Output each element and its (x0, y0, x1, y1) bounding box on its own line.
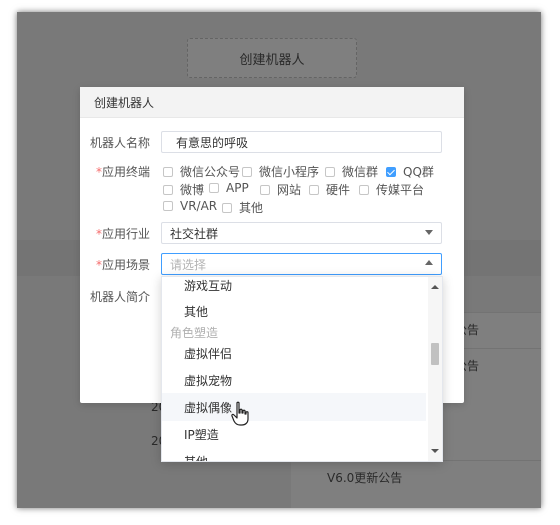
checkbox-app[interactable]: APP (209, 181, 249, 195)
industry-label: *应用行业 (96, 225, 150, 242)
checkbox-box[interactable] (325, 166, 335, 177)
dropdown-option[interactable]: IP塑造 (162, 420, 426, 448)
name-label: 机器人名称 (90, 136, 151, 150)
checkbox-weibo[interactable]: 微博 (163, 181, 204, 198)
name-value: 有意思的呼吸 (176, 135, 249, 150)
dropdown-option[interactable]: 虚拟伴侣 (162, 339, 426, 367)
checkbox-label: QQ群 (403, 165, 434, 179)
dropdown-option[interactable]: 其他 (162, 447, 426, 462)
hand-pointer-cursor (231, 401, 249, 426)
option-label: 虚拟偶像 (184, 400, 233, 415)
scroll-up-icon[interactable] (431, 285, 439, 289)
dropdown-option[interactable]: 游戏互动 (162, 277, 426, 299)
checkbox-other[interactable]: 其他 (222, 199, 263, 216)
scroll-down-icon[interactable] (431, 449, 439, 453)
caret-down-icon (425, 230, 433, 235)
industry-select[interactable]: 社交社群 (161, 222, 442, 244)
option-label: 虚拟宠物 (184, 373, 233, 388)
checkbox-wechat-miniprogram[interactable]: 微信小程序 (242, 163, 319, 180)
checkbox-label: 网站 (277, 183, 302, 197)
checkbox-box[interactable] (359, 184, 369, 195)
checkbox-label: 微博 (180, 183, 205, 197)
caret-up-icon (425, 260, 433, 265)
dropdown-option[interactable]: 虚拟宠物 (162, 366, 426, 394)
checkbox-website[interactable]: 网站 (260, 181, 301, 198)
checkbox-wechat-official[interactable]: 微信公众号 (163, 163, 240, 180)
checkbox-box-checked[interactable] (386, 166, 396, 177)
checkbox-wechat-group[interactable]: 微信群 (325, 163, 378, 180)
name-input[interactable]: 有意思的呼吸 (161, 131, 442, 153)
checkbox-vr-ar[interactable]: VR/AR (163, 199, 217, 213)
checkbox-box[interactable] (260, 184, 270, 195)
option-label: 其他 (184, 454, 209, 462)
terminal-label-text: 应用终端 (102, 165, 151, 179)
scrollbar-thumb[interactable] (431, 343, 439, 365)
scene-dropdown: 游戏互动 其他 角色塑造 虚拟伴侣 虚拟宠物 虚拟偶像 IP塑造 其他 (161, 276, 443, 462)
scene-select[interactable]: 请选择 (161, 253, 442, 275)
dialog-header: 创建机器人 (80, 87, 464, 118)
checkbox-label: 传媒平台 (376, 183, 425, 197)
checkbox-hardware[interactable]: 硬件 (309, 181, 350, 198)
checkbox-label: VR/AR (180, 199, 218, 213)
option-label: IP塑造 (184, 427, 219, 442)
dialog-title: 创建机器人 (94, 95, 155, 110)
option-label: 游戏互动 (184, 278, 233, 293)
dropdown-scrollbar[interactable] (428, 277, 442, 461)
checkbox-box[interactable] (163, 201, 173, 211)
checkbox-label: APP (226, 181, 249, 195)
dropdown-option[interactable]: 其他 (162, 297, 426, 325)
industry-label-text: 应用行业 (102, 227, 151, 241)
checkbox-box[interactable] (242, 166, 252, 177)
option-label: 其他 (184, 304, 209, 319)
intro-label: 机器人简介 (90, 290, 151, 304)
scene-label-text: 应用场景 (102, 258, 151, 272)
scene-label: *应用场景 (96, 256, 150, 273)
dropdown-option-hovered[interactable]: 虚拟偶像 (162, 393, 426, 421)
checkbox-label: 微信公众号 (180, 165, 241, 179)
terminal-label: *应用终端 (96, 163, 150, 180)
checkbox-label: 微信群 (342, 165, 379, 179)
checkbox-box[interactable] (309, 184, 319, 195)
scene-placeholder: 请选择 (170, 257, 207, 272)
checkbox-label: 硬件 (326, 183, 351, 197)
checkbox-label: 其他 (239, 201, 264, 215)
checkbox-box[interactable] (163, 184, 173, 195)
checkbox-qq-group[interactable]: QQ群 (386, 163, 434, 180)
checkbox-media-platform[interactable]: 传媒平台 (359, 181, 424, 198)
industry-value: 社交社群 (170, 226, 219, 241)
option-label: 虚拟伴侣 (184, 346, 233, 361)
checkbox-label: 微信小程序 (259, 165, 320, 179)
checkbox-box[interactable] (209, 183, 219, 193)
checkbox-box[interactable] (163, 166, 173, 177)
checkbox-box[interactable] (222, 202, 232, 213)
